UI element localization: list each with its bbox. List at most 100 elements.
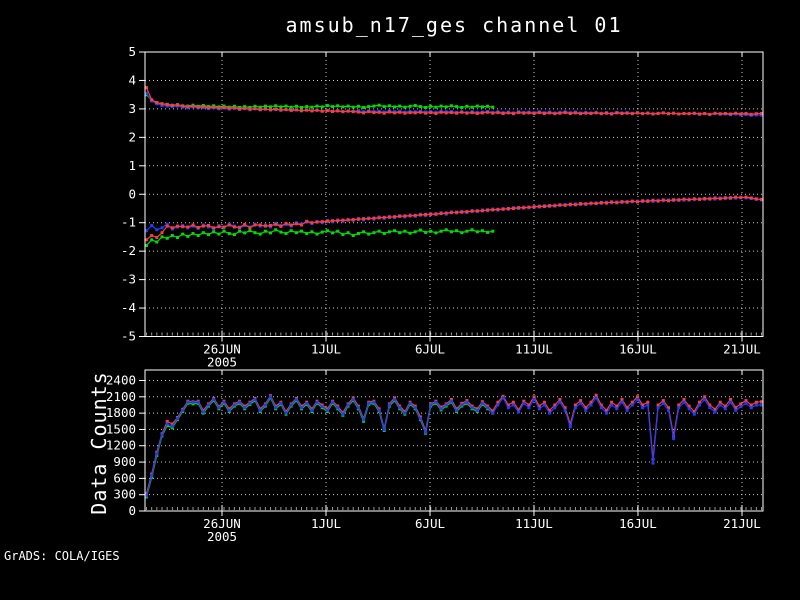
marker-blue-counts — [418, 417, 422, 421]
marker-red-upper — [470, 111, 474, 115]
marker-red-lower — [630, 199, 634, 203]
y-tick-label: 2 — [128, 129, 136, 144]
marker-blue-counts — [542, 403, 546, 407]
marker-green-lower — [480, 229, 484, 233]
marker-red-lower — [310, 221, 314, 225]
marker-red-lower — [594, 202, 598, 206]
marker-blue-counts — [439, 407, 443, 411]
marker-blue-counts — [568, 425, 572, 429]
marker-red-lower — [387, 215, 391, 219]
marker-red-lower — [506, 207, 510, 210]
marker-red-lower — [263, 224, 267, 228]
marker-red-lower — [222, 225, 226, 229]
marker-red-lower — [191, 223, 195, 227]
marker-blue-lower — [160, 226, 164, 230]
marker-red-upper — [548, 111, 552, 115]
marker-blue-counts — [155, 452, 159, 456]
marker-red-upper — [682, 112, 686, 115]
marker-green-lower — [387, 230, 391, 234]
marker-red-upper — [160, 102, 164, 106]
marker-red-lower — [661, 198, 665, 202]
marker-green-lower — [372, 231, 376, 235]
marker-blue-counts — [605, 411, 608, 415]
y-tick-label: 4 — [128, 72, 136, 87]
marker-blue-counts — [408, 401, 412, 405]
marker-red-lower — [238, 225, 241, 229]
marker-red-lower — [207, 224, 210, 227]
marker-red-upper — [331, 110, 335, 113]
marker-blue-counts — [610, 403, 614, 407]
marker-blue-counts — [181, 408, 185, 412]
marker-red-upper — [403, 111, 407, 115]
marker-blue-counts — [238, 400, 241, 404]
marker-green-upper — [341, 105, 345, 109]
marker-red-upper — [480, 111, 484, 115]
x-tick-label: 6JUL — [415, 342, 445, 357]
marker-red-upper — [362, 111, 366, 115]
marker-blue-counts — [222, 400, 226, 404]
marker-green-lower — [258, 232, 262, 236]
marker-red-upper — [408, 111, 412, 115]
marker-blue-counts — [367, 401, 371, 405]
marker-blue-counts — [687, 407, 691, 411]
marker-blue-counts — [269, 395, 272, 399]
marker-blue-lower — [150, 224, 154, 227]
marker-blue-counts — [553, 406, 557, 410]
marker-blue-counts — [594, 396, 598, 400]
marker-blue-counts — [667, 408, 670, 412]
marker-green-upper — [310, 105, 314, 109]
marker-blue-counts — [382, 427, 386, 431]
marker-green-upper — [346, 104, 350, 108]
marker-red-lower — [160, 231, 164, 235]
marker-green-upper — [289, 105, 293, 109]
marker-red-upper — [248, 107, 252, 111]
marker-red-upper — [253, 107, 257, 111]
marker-red-lower — [486, 208, 490, 212]
marker-green-lower — [434, 231, 438, 235]
marker-red-upper — [511, 112, 515, 116]
marker-green-upper — [393, 105, 397, 109]
marker-blue-counts — [651, 461, 655, 465]
marker-red-counts — [636, 395, 639, 399]
marker-red-lower — [170, 226, 174, 230]
marker-green-lower — [196, 234, 200, 237]
marker-red-upper — [429, 111, 433, 115]
marker-green-lower — [170, 234, 174, 237]
marker-red-lower — [573, 203, 577, 207]
marker-blue-counts — [274, 406, 278, 410]
marker-green-lower — [217, 232, 221, 236]
marker-blue-counts — [196, 400, 200, 404]
marker-red-lower — [729, 196, 732, 200]
marker-green-upper — [460, 106, 464, 109]
marker-red-upper — [274, 107, 278, 111]
marker-blue-counts — [331, 400, 335, 404]
marker-green-upper — [444, 105, 448, 109]
marker-red-lower — [367, 217, 371, 221]
marker-red-lower — [754, 197, 758, 201]
marker-blue-counts — [201, 410, 205, 414]
marker-blue-counts — [279, 401, 283, 405]
y-tick-label: 1 — [128, 158, 136, 173]
marker-red-lower — [542, 205, 546, 208]
marker-red-lower — [320, 220, 324, 224]
marker-blue-counts — [320, 405, 324, 409]
marker-green-upper — [331, 105, 335, 109]
marker-red-upper — [222, 106, 226, 109]
marker-red-upper — [646, 111, 650, 115]
marker-red-lower — [300, 223, 303, 227]
marker-blue-counts — [734, 408, 738, 412]
data-counts-axis-title: Data Counts — [87, 371, 111, 515]
marker-red-upper — [615, 111, 619, 115]
marker-red-upper — [656, 112, 660, 115]
marker-red-upper — [243, 106, 247, 110]
marker-red-lower — [656, 199, 660, 203]
marker-red-lower — [186, 225, 190, 229]
marker-red-upper — [486, 110, 490, 114]
marker-green-lower — [424, 230, 428, 234]
marker-red-upper — [449, 111, 453, 115]
marker-green-upper — [269, 105, 272, 109]
marker-red-lower — [548, 204, 552, 208]
marker-red-upper — [584, 111, 588, 115]
marker-red-lower — [398, 214, 402, 218]
marker-green-lower — [186, 234, 190, 238]
